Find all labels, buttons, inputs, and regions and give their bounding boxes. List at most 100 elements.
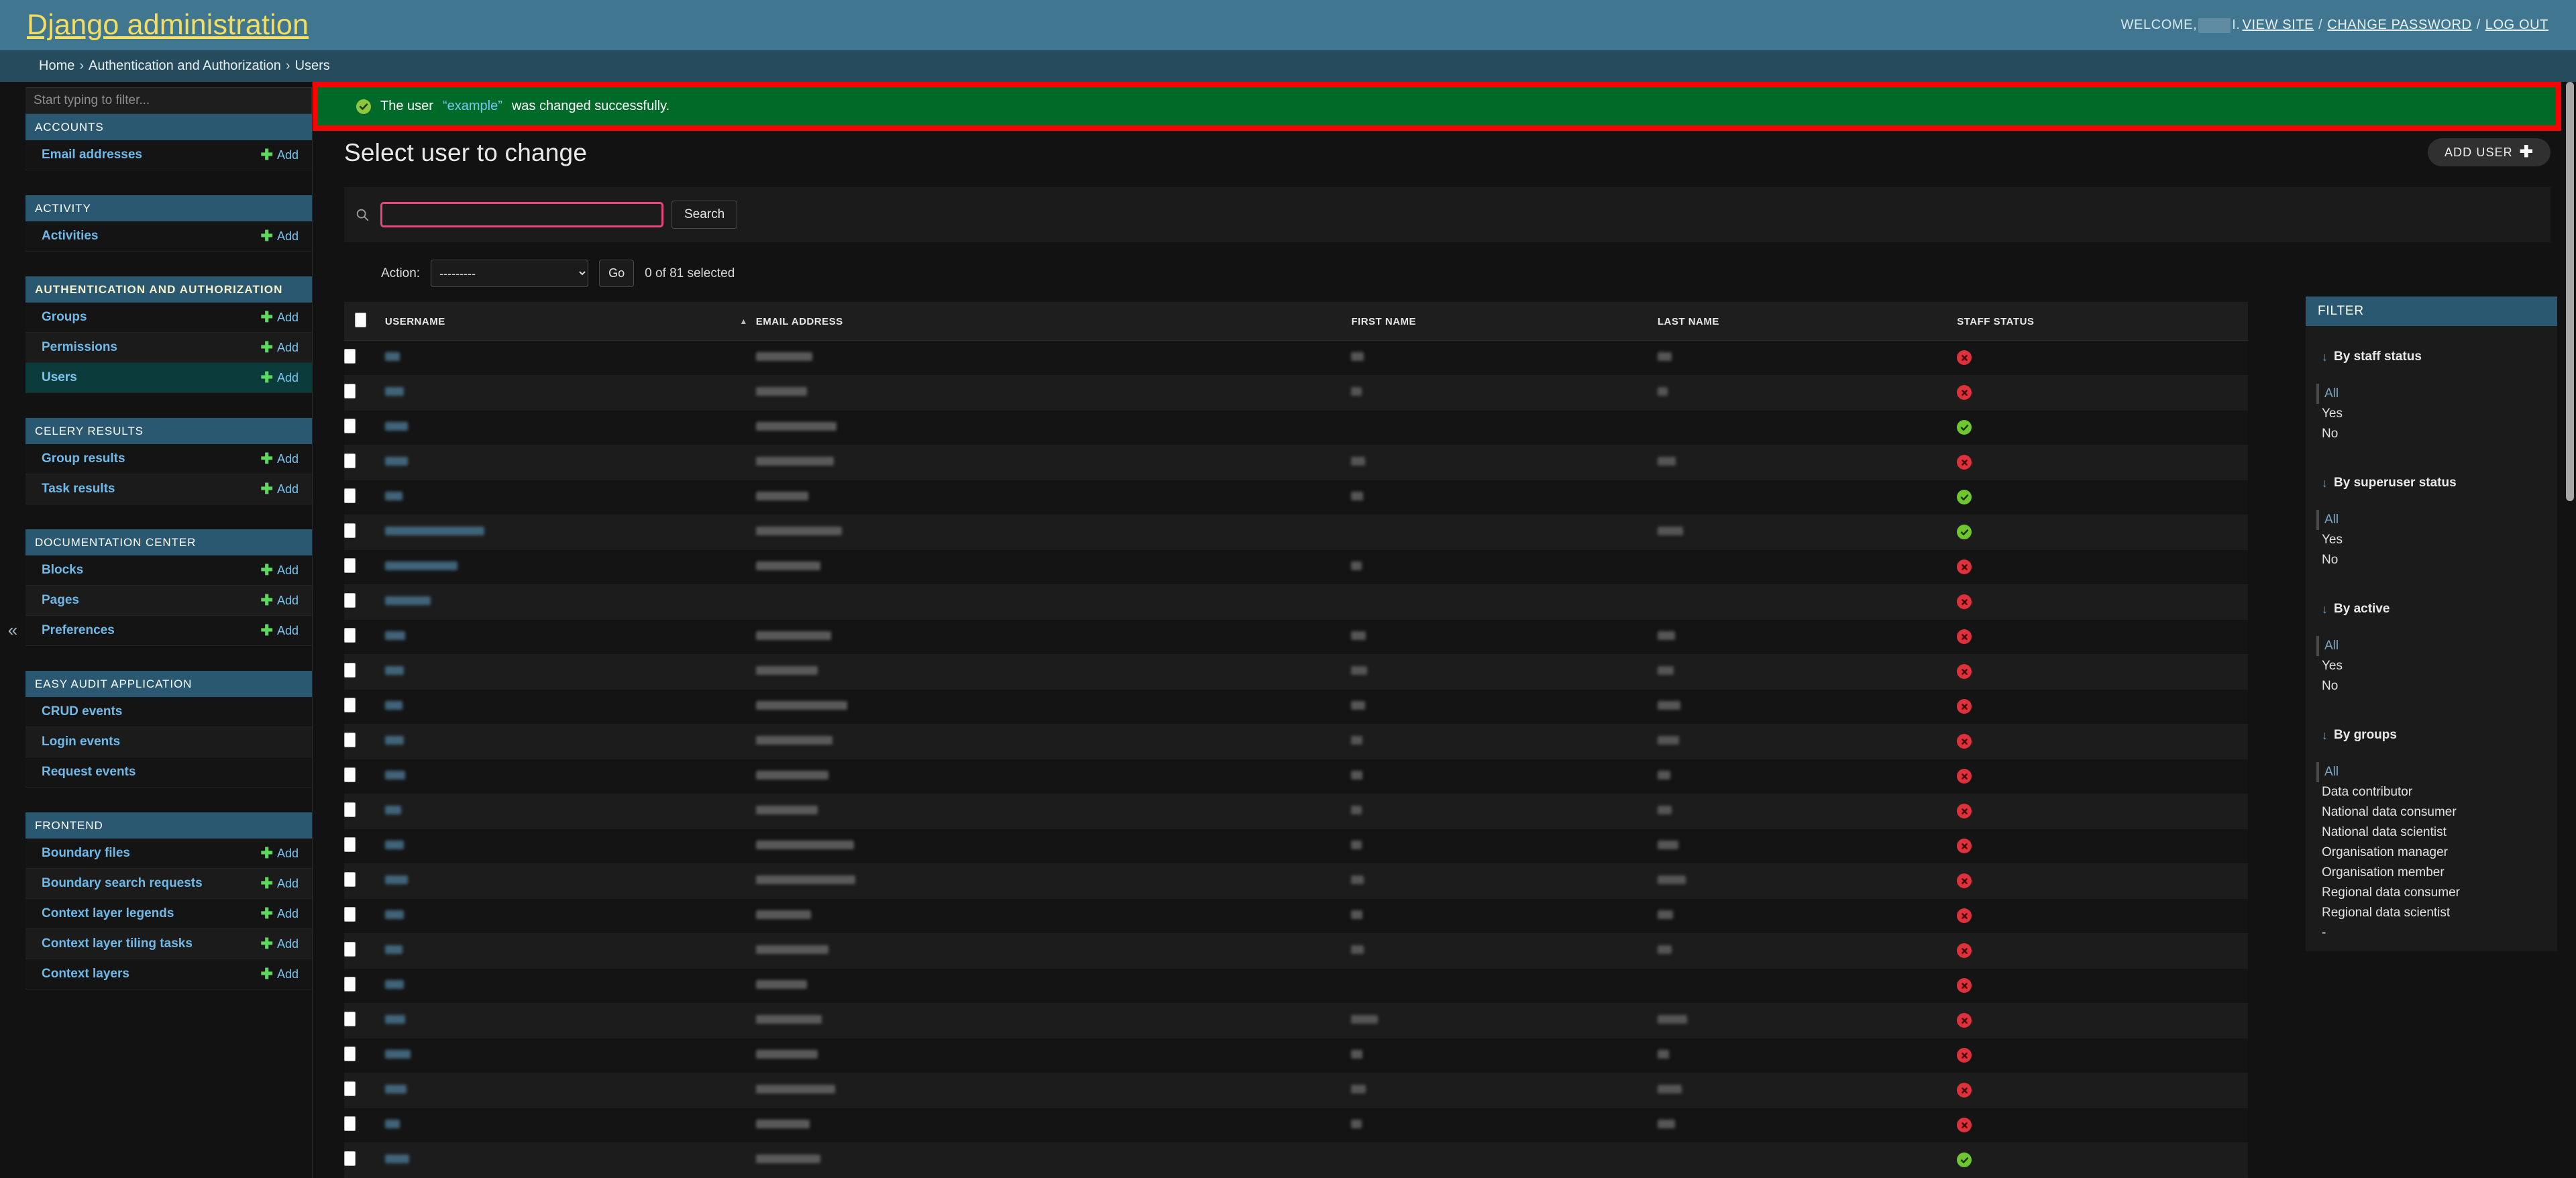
username-cell[interactable] — [384, 445, 756, 480]
add-link[interactable]: ✚ Add — [261, 370, 299, 385]
row-select-cell[interactable] — [344, 794, 385, 829]
row-checkbox[interactable] — [344, 1047, 356, 1061]
change-password-link[interactable]: CHANGE PASSWORD — [2327, 17, 2471, 33]
sidebar-item-label[interactable]: Preferences — [42, 623, 115, 638]
search-button[interactable]: Search — [672, 201, 738, 229]
log-out-link[interactable]: LOG OUT — [2485, 17, 2548, 33]
username-cell[interactable] — [384, 968, 756, 1004]
username-cell[interactable] — [384, 515, 756, 550]
filter-option[interactable]: Organisation member — [2322, 863, 2557, 883]
row-checkbox[interactable] — [344, 907, 356, 922]
username-cell[interactable] — [384, 584, 756, 620]
row-select-cell[interactable] — [344, 828, 385, 864]
row-select-cell[interactable] — [344, 619, 385, 655]
page-scrollbar[interactable] — [2566, 82, 2574, 1178]
table-row[interactable] — [344, 689, 2248, 725]
row-select-cell[interactable] — [344, 968, 385, 1004]
filter-option-link[interactable]: National data scientist — [2322, 825, 2447, 839]
sidebar-item-context-layers[interactable]: Context layers ✚ Add — [25, 959, 312, 989]
filter-option[interactable]: All — [2316, 762, 2557, 782]
username-cell[interactable] — [384, 1038, 756, 1073]
username-cell[interactable] — [384, 340, 756, 376]
table-row[interactable] — [344, 1003, 2248, 1038]
row-checkbox[interactable] — [344, 872, 356, 887]
sidebar-item-permissions[interactable]: Permissions ✚ Add — [25, 333, 312, 363]
column-header-staff-status[interactable]: STAFF STATUS — [1957, 302, 2248, 341]
column-header-last-name[interactable]: LAST NAME — [1657, 302, 1957, 341]
table-row[interactable] — [344, 515, 2248, 550]
page-scrollbar-thumb[interactable] — [2566, 82, 2574, 501]
row-select-cell[interactable] — [344, 375, 385, 411]
view-site-link[interactable]: VIEW SITE — [2243, 17, 2314, 33]
row-select-cell[interactable] — [344, 1038, 385, 1073]
add-link[interactable]: ✚ Add — [261, 340, 299, 355]
select-all-checkbox[interactable] — [355, 313, 366, 327]
sidebar-item-blocks[interactable]: Blocks ✚ Add — [25, 555, 312, 586]
sidebar-item-context-layer-tiling-tasks[interactable]: Context layer tiling tasks ✚ Add — [25, 929, 312, 959]
site-title[interactable]: Django administration — [27, 11, 309, 40]
filter-option-link[interactable]: No — [2322, 553, 2338, 567]
row-select-cell[interactable] — [344, 340, 385, 376]
row-select-cell[interactable] — [344, 410, 385, 445]
add-link[interactable]: ✚ Add — [261, 906, 299, 921]
add-link[interactable]: ✚ Add — [261, 967, 299, 981]
message-object-link[interactable]: “example” — [443, 99, 502, 114]
sidebar-item-users[interactable]: Users ✚ Add — [25, 363, 312, 393]
filter-option[interactable]: No — [2322, 550, 2557, 570]
sidebar-item-label[interactable]: Blocks — [42, 563, 83, 578]
filter-option[interactable]: Regional data scientist — [2322, 903, 2557, 923]
sidebar-item-label[interactable]: Context layer legends — [42, 906, 174, 921]
filter-option-link[interactable]: Organisation manager — [2322, 845, 2448, 859]
add-link[interactable]: ✚ Add — [261, 936, 299, 951]
add-link[interactable]: ✚ Add — [261, 563, 299, 578]
breadcrumb-home[interactable]: Home — [39, 58, 74, 74]
sidebar-item-activities[interactable]: Activities ✚ Add — [25, 221, 312, 252]
sidebar-item-label[interactable]: Context layers — [42, 967, 129, 981]
sidebar-item-label[interactable]: Task results — [42, 482, 115, 496]
table-row[interactable] — [344, 759, 2248, 794]
row-select-cell[interactable] — [344, 933, 385, 969]
row-select-cell[interactable] — [344, 584, 385, 620]
username-cell[interactable] — [384, 1108, 756, 1143]
username-cell[interactable] — [384, 794, 756, 829]
sidebar-item-pages[interactable]: Pages ✚ Add — [25, 586, 312, 616]
row-select-cell[interactable] — [344, 1073, 385, 1108]
row-checkbox[interactable] — [344, 837, 356, 852]
sidebar-item-login-events[interactable]: Login events — [25, 727, 312, 757]
filter-option-link[interactable]: No — [2322, 679, 2338, 693]
filter-option[interactable]: Regional data consumer — [2322, 883, 2557, 903]
filter-option-link[interactable]: Regional data consumer — [2322, 886, 2460, 900]
username-cell[interactable] — [384, 1142, 756, 1178]
row-checkbox[interactable] — [344, 1151, 356, 1166]
add-link[interactable]: ✚ Add — [261, 229, 299, 244]
row-checkbox[interactable] — [344, 698, 356, 712]
sidebar-item-group-results[interactable]: Group results ✚ Add — [25, 444, 312, 474]
table-row[interactable] — [344, 933, 2248, 969]
collapse-sidebar-button[interactable]: « — [0, 82, 25, 1178]
sidebar-item-label[interactable]: Boundary files — [42, 846, 130, 861]
table-row[interactable] — [344, 863, 2248, 899]
nav-filter-input[interactable] — [25, 87, 312, 114]
filter-option[interactable]: Yes — [2322, 530, 2557, 550]
sidebar-item-label[interactable]: Pages — [42, 593, 79, 608]
filter-option[interactable]: No — [2322, 676, 2557, 696]
row-select-cell[interactable] — [344, 515, 385, 550]
username-cell[interactable] — [384, 933, 756, 969]
row-checkbox[interactable] — [344, 558, 356, 573]
table-row[interactable] — [344, 1073, 2248, 1108]
filter-option-link[interactable]: Data contributor — [2322, 785, 2412, 799]
breadcrumb-auth[interactable]: Authentication and Authorization — [89, 58, 281, 74]
sidebar-item-label[interactable]: Group results — [42, 451, 125, 466]
row-select-cell[interactable] — [344, 549, 385, 585]
table-row[interactable] — [344, 480, 2248, 515]
table-row[interactable] — [344, 654, 2248, 690]
sidebar-item-label[interactable]: Activities — [42, 229, 98, 244]
filter-option[interactable]: All — [2316, 636, 2557, 656]
select-all-header[interactable] — [344, 302, 385, 341]
filter-option[interactable]: National data scientist — [2322, 822, 2557, 843]
row-checkbox[interactable] — [344, 1081, 356, 1096]
action-select[interactable]: --------- — [431, 260, 589, 287]
filter-option-link[interactable]: Yes — [2322, 659, 2343, 673]
username-cell[interactable] — [384, 654, 756, 690]
action-go-button[interactable]: Go — [599, 260, 635, 287]
